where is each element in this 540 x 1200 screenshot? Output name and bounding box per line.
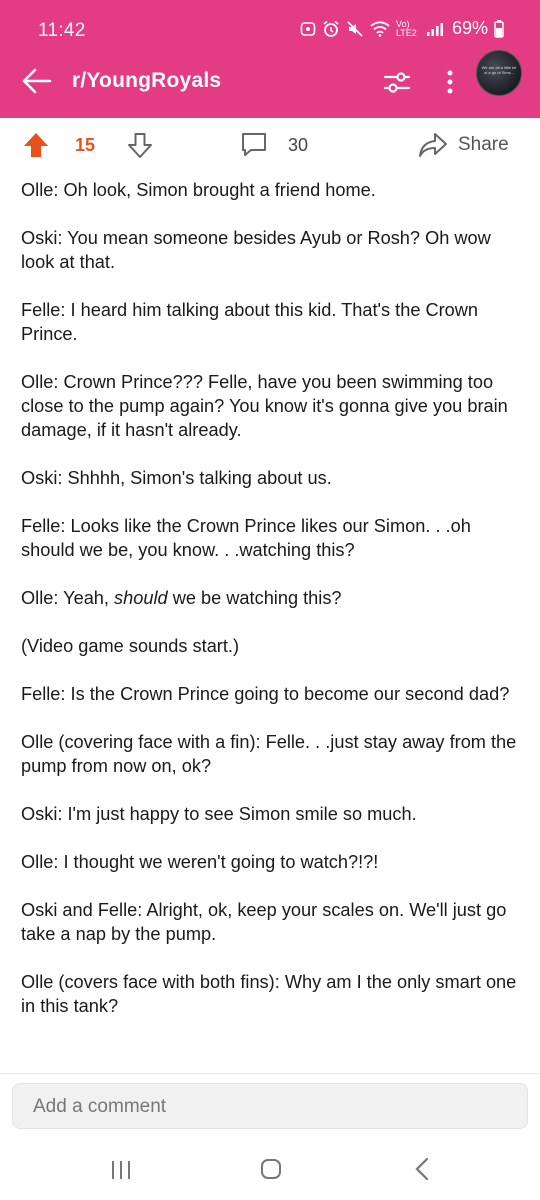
post-action-bar: 15 30 Share <box>0 118 540 172</box>
post-paragraph: Olle (covering face with a fin): Felle. … <box>21 732 517 776</box>
battery-icon <box>494 19 504 38</box>
emphasis-word: should <box>114 588 168 608</box>
sliders-icon[interactable] <box>382 67 412 97</box>
emphasis-after: we be watching this? <box>167 588 342 608</box>
post-paragraph: Olle (covers face with both fins): Why a… <box>21 972 517 1016</box>
mute-icon <box>347 20 363 37</box>
comment-bubble-icon[interactable] <box>240 131 268 159</box>
home-icon[interactable] <box>260 1158 282 1180</box>
post-paragraph: Felle: Looks like the Crown Prince likes… <box>21 516 471 560</box>
vote-score: 15 <box>75 135 96 155</box>
post-paragraph: Felle: Is the Crown Prince going to beco… <box>21 684 510 704</box>
network-label: Vo) LTE2 <box>395 18 417 38</box>
status-icons: Vo) LTE2 69% <box>300 18 504 39</box>
notification-icon <box>300 21 316 36</box>
post-paragraph: Oski: I'm just happy to see Simon smile … <box>21 804 417 824</box>
comment-bar: Add a comment <box>0 1073 540 1140</box>
back-chevron-icon[interactable] <box>414 1157 430 1181</box>
status-bar: 11:42 Vo) LTE2 69% <box>0 0 540 60</box>
status-time: 11:42 <box>38 20 86 41</box>
subreddit-title[interactable]: r/YoungRoyals <box>72 69 221 93</box>
post-paragraph: Oski: You mean someone besides Ayub or R… <box>21 228 491 272</box>
post-paragraph: Olle: Crown Prince??? Felle, have you be… <box>21 372 508 440</box>
upvote-arrow-icon[interactable] <box>22 131 50 159</box>
app-bar: r/YoungRoyals We are all a little bit of… <box>0 50 540 112</box>
post-paragraph-emphasis: Olle: Yeah, should we be watching this? <box>21 586 526 610</box>
post-paragraph: Olle: Oh look, Simon brought a friend ho… <box>21 180 376 200</box>
post-body: Olle: Oh look, Simon brought a friend ho… <box>21 178 526 1074</box>
post-paragraph: (Video game sounds start.) <box>21 636 240 656</box>
downvote-arrow-icon[interactable] <box>126 131 154 159</box>
share-arrow-icon[interactable] <box>418 131 448 159</box>
wifi-icon <box>370 21 390 37</box>
arrow-left-icon[interactable] <box>20 64 54 98</box>
alarm-icon <box>323 20 339 37</box>
add-comment-input[interactable]: Add a comment <box>12 1083 528 1129</box>
signal-icon <box>426 22 443 36</box>
post-paragraph: Olle: I thought we weren't going to watc… <box>21 852 379 872</box>
emphasis-before: Olle: Yeah, <box>21 588 115 608</box>
post-paragraph: Oski: Shhhh, Simon's talking about us. <box>21 468 332 488</box>
post-paragraph: Oski and Felle: Alright, ok, keep your s… <box>21 900 507 944</box>
system-nav-bar <box>0 1140 540 1200</box>
recent-apps-icon[interactable] <box>110 1160 132 1180</box>
app-header: 11:42 Vo) LTE2 69% r/YoungRoyals We are … <box>0 0 540 118</box>
post-paragraph: Felle: I heard him talking about this ki… <box>21 300 479 344</box>
comment-count[interactable]: 30 <box>288 135 308 156</box>
more-vertical-icon[interactable] <box>442 67 458 97</box>
avatar[interactable]: We are all a little bit of a go of Sims.… <box>476 50 522 96</box>
avatar-text: We are all a little bit of a go of Sims.… <box>481 65 517 75</box>
share-button[interactable]: Share <box>458 134 509 156</box>
battery-percent: 69% <box>451 18 488 38</box>
